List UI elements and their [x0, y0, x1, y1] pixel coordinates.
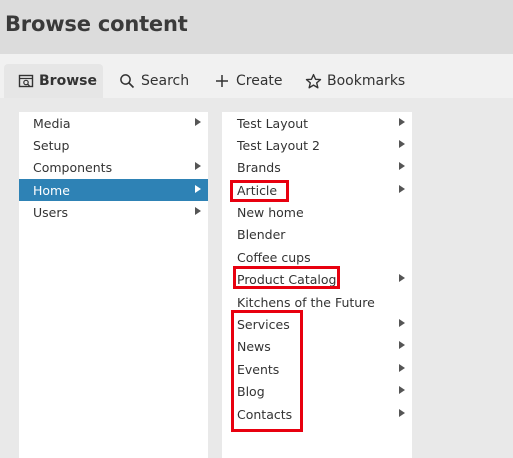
- tab-create[interactable]: Create: [213, 64, 283, 98]
- list-item-label: Home: [33, 182, 70, 198]
- list-item-label: News: [237, 338, 271, 354]
- list-item-label: Blender: [237, 226, 286, 242]
- chevron-right-icon: [195, 207, 201, 215]
- chevron-right-icon: [399, 185, 405, 193]
- chevron-right-icon: [399, 319, 405, 327]
- chevron-right-icon: [399, 118, 405, 126]
- chevron-right-icon: [399, 364, 405, 372]
- chevron-right-icon: [195, 185, 201, 193]
- list-item-new-home[interactable]: New home: [222, 201, 412, 223]
- search-icon: [118, 72, 136, 90]
- list-item-label: Brands: [237, 159, 281, 175]
- tab-search[interactable]: Search: [118, 64, 189, 98]
- browse-column-right: Test Layout Test Layout 2 Brands Article…: [222, 112, 412, 458]
- list-item-label: Article: [237, 182, 278, 198]
- list-item-blog[interactable]: Blog: [222, 380, 412, 402]
- tab-browse-label: Browse: [39, 73, 97, 89]
- tab-bar: Browse Search Create Bookmarks: [0, 54, 513, 98]
- list-item-blender[interactable]: Blender: [222, 223, 412, 245]
- list-item-test-layout[interactable]: Test Layout: [222, 112, 412, 134]
- list-item-label: Events: [237, 361, 280, 377]
- list-item-label: Contacts: [237, 406, 293, 422]
- list-item-label: Test Layout: [237, 115, 309, 131]
- star-icon: [304, 72, 322, 90]
- tab-bookmarks-label: Bookmarks: [327, 73, 406, 89]
- chevron-right-icon: [399, 274, 405, 282]
- chevron-right-icon: [399, 140, 405, 148]
- list-item-home[interactable]: Home: [19, 179, 208, 201]
- list-item-setup[interactable]: Setup: [19, 134, 208, 156]
- list-item-label: New home: [237, 204, 304, 220]
- list-item-label: Product Catalog: [237, 271, 337, 287]
- list-item-label: Media: [33, 115, 71, 131]
- chevron-right-icon: [399, 162, 405, 170]
- list-item-events[interactable]: Events: [222, 358, 412, 380]
- list-item-coffee-cups[interactable]: Coffee cups: [222, 246, 412, 268]
- list-item-test-layout-2[interactable]: Test Layout 2: [222, 134, 412, 156]
- list-item-news[interactable]: News: [222, 335, 412, 357]
- page-title: Browse content: [5, 12, 188, 36]
- tab-bookmarks[interactable]: Bookmarks: [304, 64, 405, 98]
- list-item-label: Users: [33, 204, 69, 220]
- chevron-right-icon: [399, 386, 405, 394]
- browse-icon: [18, 72, 34, 90]
- list-item-services[interactable]: Services: [222, 313, 412, 335]
- list-item-users[interactable]: Users: [19, 201, 208, 223]
- list-item-article[interactable]: Article: [222, 179, 412, 201]
- list-item-label: Test Layout 2: [237, 137, 321, 153]
- list-item-brands[interactable]: Brands: [222, 156, 412, 178]
- title-bar: Browse content: [0, 0, 513, 54]
- list-item-label: Components: [33, 159, 113, 175]
- chevron-right-icon: [399, 409, 405, 417]
- chevron-right-icon: [399, 341, 405, 349]
- list-item-components[interactable]: Components: [19, 156, 208, 178]
- list-item-label: Blog: [237, 383, 265, 399]
- chevron-right-icon: [195, 118, 201, 126]
- list-item-media[interactable]: Media: [19, 112, 208, 134]
- browse-column-left: Media Setup Components Home Users: [19, 112, 208, 458]
- list-item-label: Setup: [33, 137, 70, 153]
- list-item-label: Services: [237, 316, 290, 332]
- list-item-kitchens-of-the-future[interactable]: Kitchens of the Future: [222, 291, 412, 313]
- tab-search-label: Search: [141, 73, 190, 89]
- list-item-label: Coffee cups: [237, 249, 311, 265]
- tab-browse[interactable]: Browse: [4, 64, 103, 98]
- chevron-right-icon: [195, 162, 201, 170]
- list-item-contacts[interactable]: Contacts: [222, 403, 412, 425]
- list-item-label: Kitchens of the Future: [237, 294, 375, 310]
- tab-create-label: Create: [236, 73, 283, 89]
- list-item-product-catalog[interactable]: Product Catalog: [222, 268, 412, 290]
- plus-icon: [213, 72, 231, 90]
